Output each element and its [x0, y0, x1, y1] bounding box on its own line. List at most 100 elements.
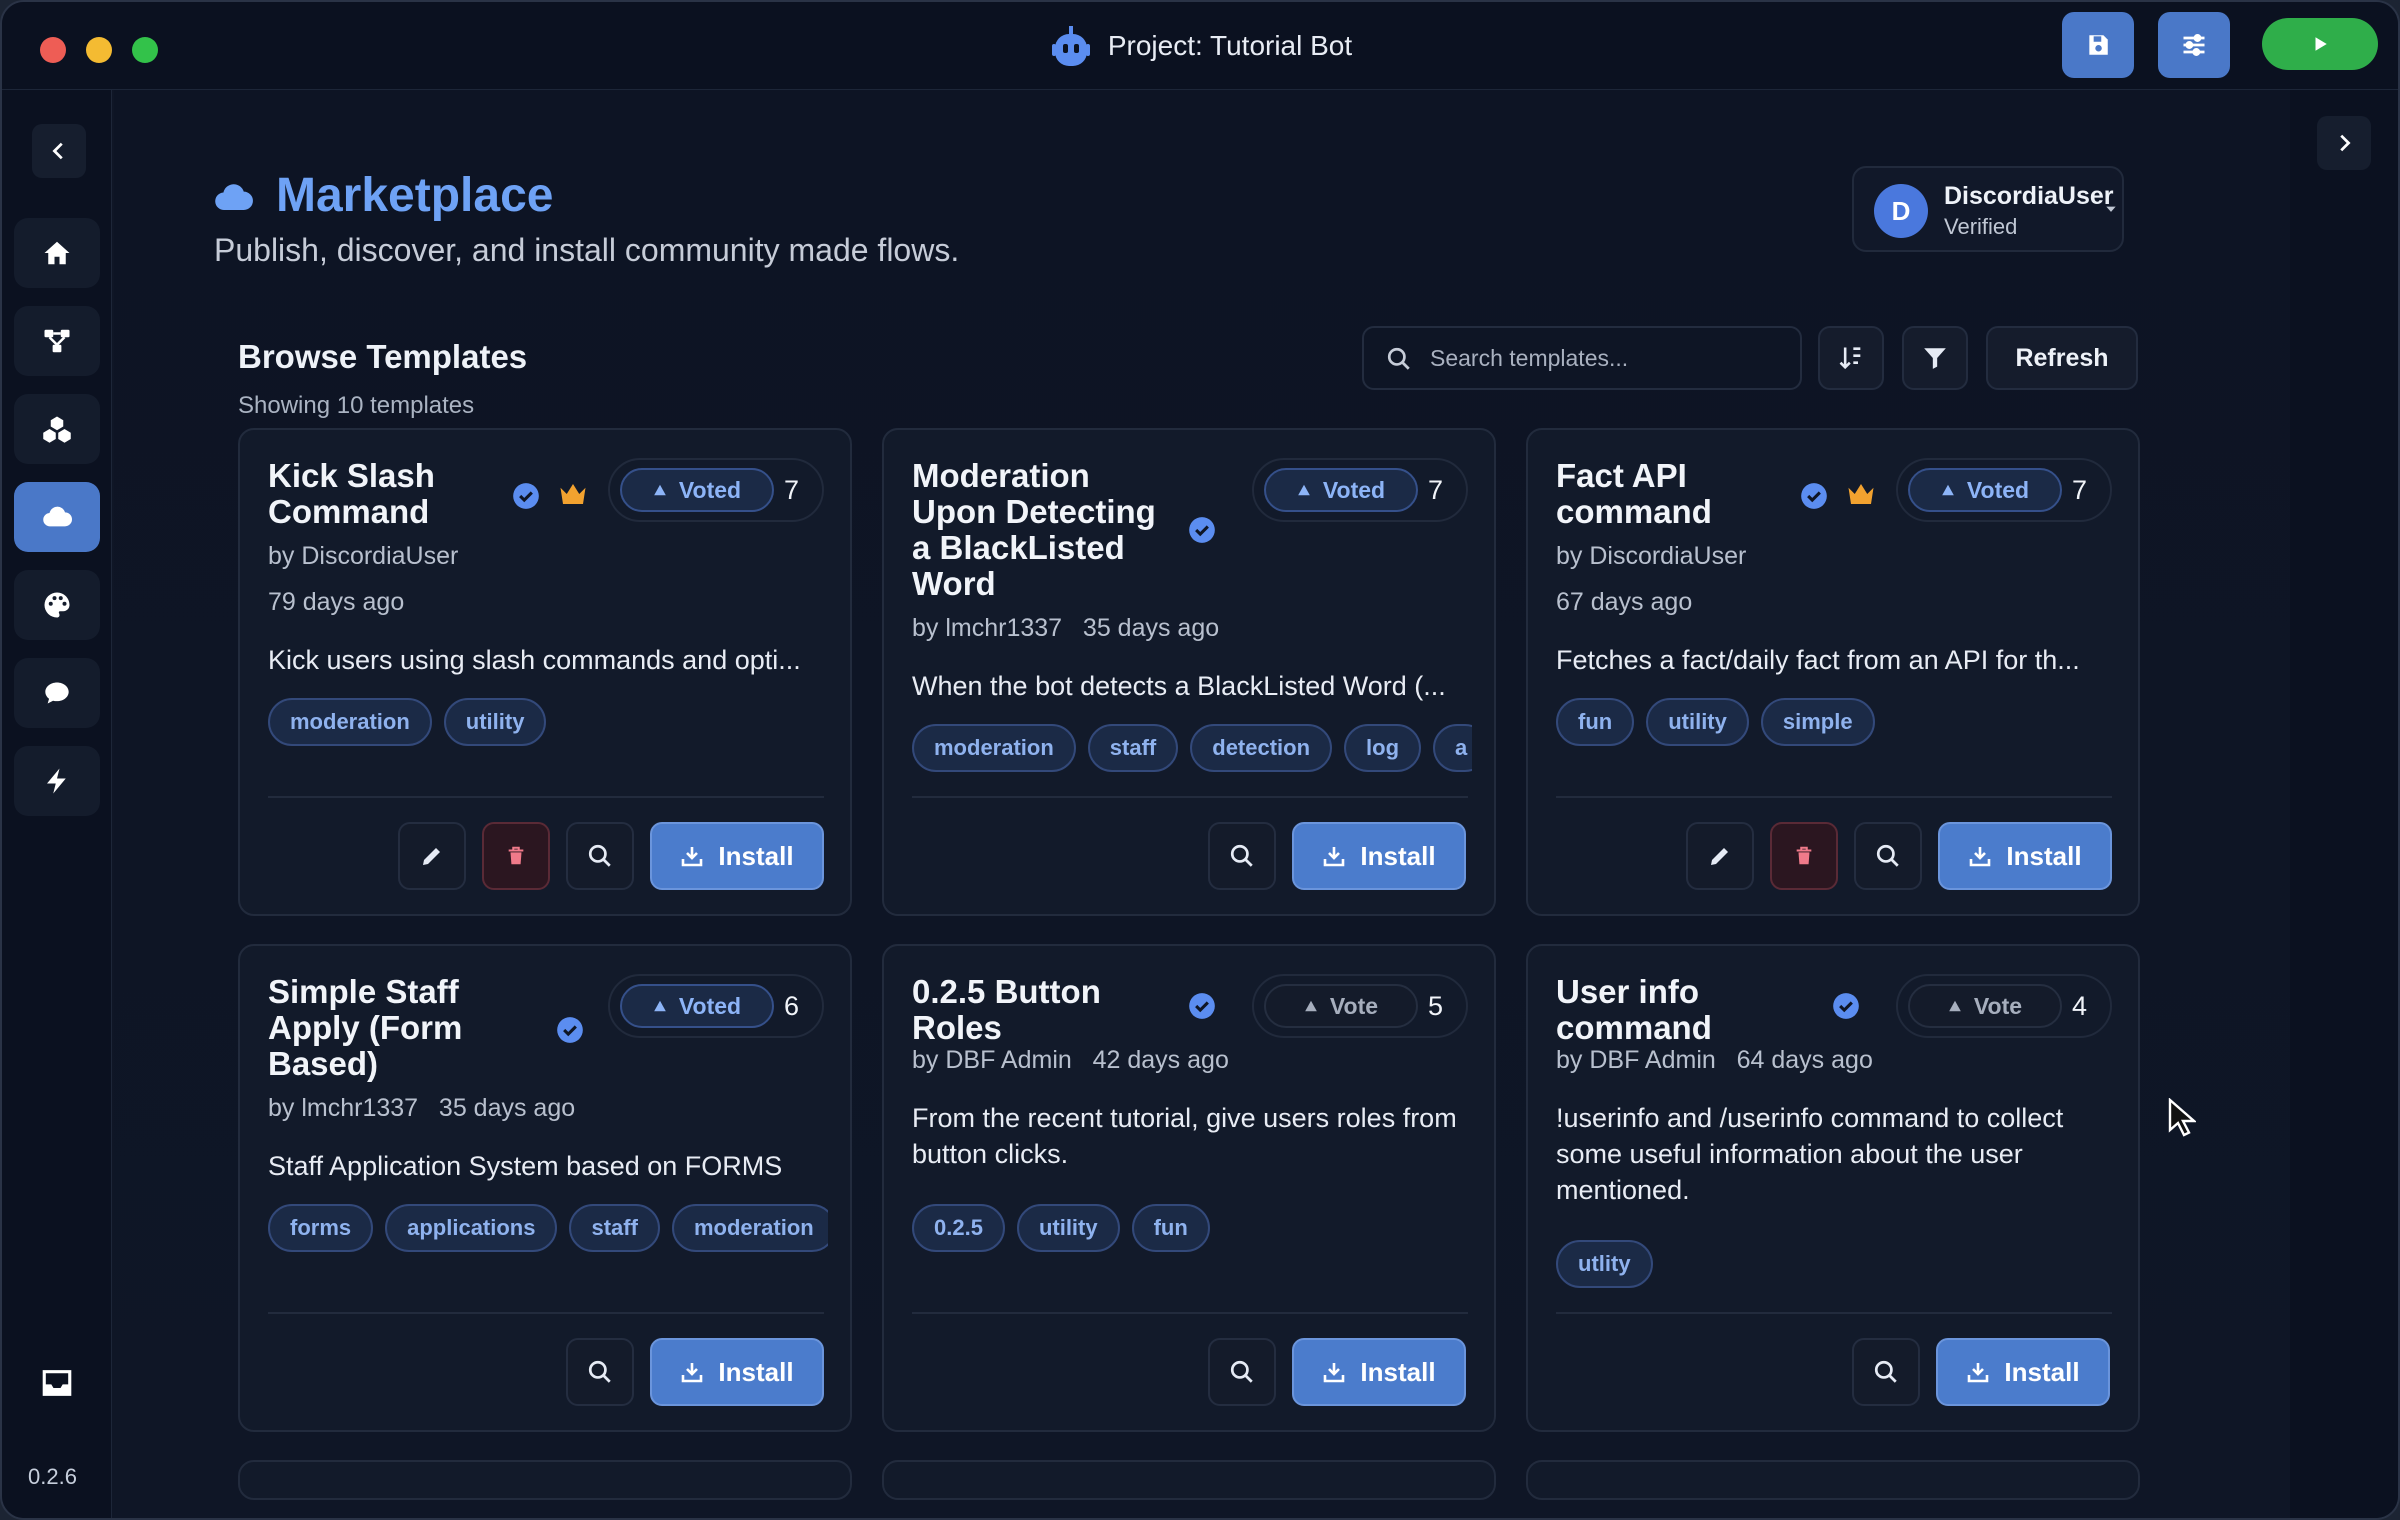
template-card: User info command Vote 4 by DBF Admin 64…: [1526, 944, 2140, 1432]
vote-control: Voted 6: [608, 974, 824, 1038]
triangle-up-icon: [1949, 1000, 1961, 1012]
crown-icon: [560, 484, 586, 504]
install-button[interactable]: Install: [1292, 822, 1466, 890]
sidebar-item-inbox[interactable]: [14, 1348, 100, 1418]
tag[interactable]: fun: [1556, 698, 1635, 746]
refresh-button[interactable]: Refresh: [1986, 326, 2138, 390]
tag[interactable]: utility: [443, 698, 547, 746]
install-button[interactable]: Install: [650, 822, 824, 890]
sidebar-item-chat[interactable]: [14, 658, 100, 728]
vote-count: 7: [1428, 475, 1444, 505]
download-icon: [1324, 847, 1345, 867]
window-title-text: Project: Tutorial Bot: [1107, 30, 1353, 61]
avatar: D: [1874, 184, 1928, 238]
vote-control: Voted 7: [608, 458, 824, 522]
preview-button[interactable]: [1854, 822, 1922, 890]
verified-icon: [557, 1017, 583, 1043]
download-icon: [1324, 1363, 1345, 1383]
save-button[interactable]: [2062, 12, 2134, 78]
tag[interactable]: moderation: [912, 724, 1076, 772]
vote-label: Voted: [1322, 476, 1386, 503]
tag-list: forms applications staff moderation: [268, 1204, 828, 1254]
trash-icon: [508, 846, 524, 865]
tag[interactable]: simple: [1760, 698, 1875, 746]
user-status: Verified: [1944, 214, 2018, 239]
card-title: 0.2.5 Button Roles: [912, 973, 1101, 1046]
search-icon: [588, 1360, 611, 1383]
tag[interactable]: utility: [1016, 1204, 1120, 1252]
edit-button[interactable]: [398, 822, 466, 890]
user-menu[interactable]: D DiscordiaUser Verified: [1852, 166, 2124, 252]
tag[interactable]: fun: [1131, 1204, 1210, 1252]
tag[interactable]: staff: [1087, 724, 1179, 772]
card-meta: by DBF Admin 64 days ago: [1556, 1046, 1873, 1075]
expand-panel-button[interactable]: [2317, 116, 2371, 170]
filter-icon: [1924, 348, 1946, 369]
sidebar-item-flows[interactable]: [14, 306, 100, 376]
filter-button[interactable]: [1902, 326, 1968, 390]
tag[interactable]: moderation: [671, 1204, 828, 1252]
tag-list: moderation utility: [268, 698, 828, 748]
card-description: !userinfo and /userinfo command to colle…: [1556, 1103, 2064, 1205]
vote-button[interactable]: Voted: [1908, 468, 2062, 512]
window-title: Project: Tutorial Bot: [2, 24, 2398, 68]
vote-button[interactable]: Vote: [1264, 984, 1418, 1028]
sidebar-item-events[interactable]: [14, 746, 100, 816]
card-description: When the bot detects a BlackListed Word …: [912, 671, 1446, 701]
sort-button[interactable]: [1818, 326, 1884, 390]
vote-label: Vote: [1329, 992, 1379, 1019]
triangle-up-icon: [1305, 1000, 1317, 1012]
tag[interactable]: applications: [385, 1204, 558, 1252]
vote-count: 6: [784, 991, 800, 1021]
run-button[interactable]: [2262, 18, 2378, 70]
card-age: 35 days ago: [1082, 614, 1220, 642]
preview-button[interactable]: [566, 822, 634, 890]
sidebar-item-marketplace[interactable]: [14, 482, 100, 552]
delete-button[interactable]: [1770, 822, 1838, 890]
trash-icon: [1796, 846, 1812, 865]
tag[interactable]: forms: [268, 1204, 374, 1252]
tag[interactable]: utility: [1646, 698, 1749, 746]
install-button[interactable]: Install: [1292, 1338, 1466, 1406]
collapse-sidebar-button[interactable]: [32, 124, 86, 178]
sidebar-item-modules[interactable]: [14, 394, 100, 464]
tag[interactable]: log: [1344, 724, 1422, 772]
vote-button[interactable]: Voted: [620, 468, 774, 512]
preview-button[interactable]: [1208, 1338, 1276, 1406]
template-count: Showing 10 templates: [238, 392, 475, 419]
tag[interactable]: detection: [1190, 724, 1333, 772]
vote-button[interactable]: Vote: [1908, 984, 2062, 1028]
install-button[interactable]: Install: [1936, 1338, 2110, 1406]
card-author: by DBF Admin: [912, 1046, 1072, 1074]
card-description: Staff Application System based on FORMS: [268, 1151, 783, 1181]
template-card: 0.2.5 Button Roles Vote 5 by DBF Admin 4…: [882, 944, 1496, 1432]
flow-icon: [44, 329, 70, 353]
settings-button[interactable]: [2158, 12, 2230, 78]
tag[interactable]: moderation: [268, 698, 432, 746]
user-name: DiscordiaUser: [1944, 182, 2114, 210]
search-input[interactable]: [1430, 328, 1790, 388]
tag[interactable]: a: [1433, 724, 1472, 772]
vote-button[interactable]: Voted: [620, 984, 774, 1028]
preview-button[interactable]: [1852, 1338, 1920, 1406]
tag[interactable]: 0.2.5: [912, 1204, 1005, 1252]
install-label: Install: [2006, 840, 2082, 871]
triangle-up-icon: [1942, 484, 1954, 496]
preview-button[interactable]: [566, 1338, 634, 1406]
search-icon: [1874, 1360, 1897, 1383]
card-description: Kick users using slash commands and opti…: [268, 645, 801, 675]
tag[interactable]: utlity: [1556, 1240, 1653, 1288]
install-button[interactable]: Install: [1938, 822, 2112, 890]
delete-button[interactable]: [482, 822, 550, 890]
sidebar-item-themes[interactable]: [14, 570, 100, 640]
install-button[interactable]: Install: [650, 1338, 824, 1406]
edit-button[interactable]: [1686, 822, 1754, 890]
tag[interactable]: staff: [569, 1204, 660, 1252]
save-icon: [2089, 35, 2108, 55]
card-meta: by lmchr1337 35 days ago: [912, 614, 1219, 643]
card-age: 79 days ago: [268, 588, 405, 616]
sidebar-item-home[interactable]: [14, 218, 100, 288]
search-icon: [588, 844, 611, 867]
preview-button[interactable]: [1208, 822, 1276, 890]
vote-button[interactable]: Voted: [1264, 468, 1418, 512]
